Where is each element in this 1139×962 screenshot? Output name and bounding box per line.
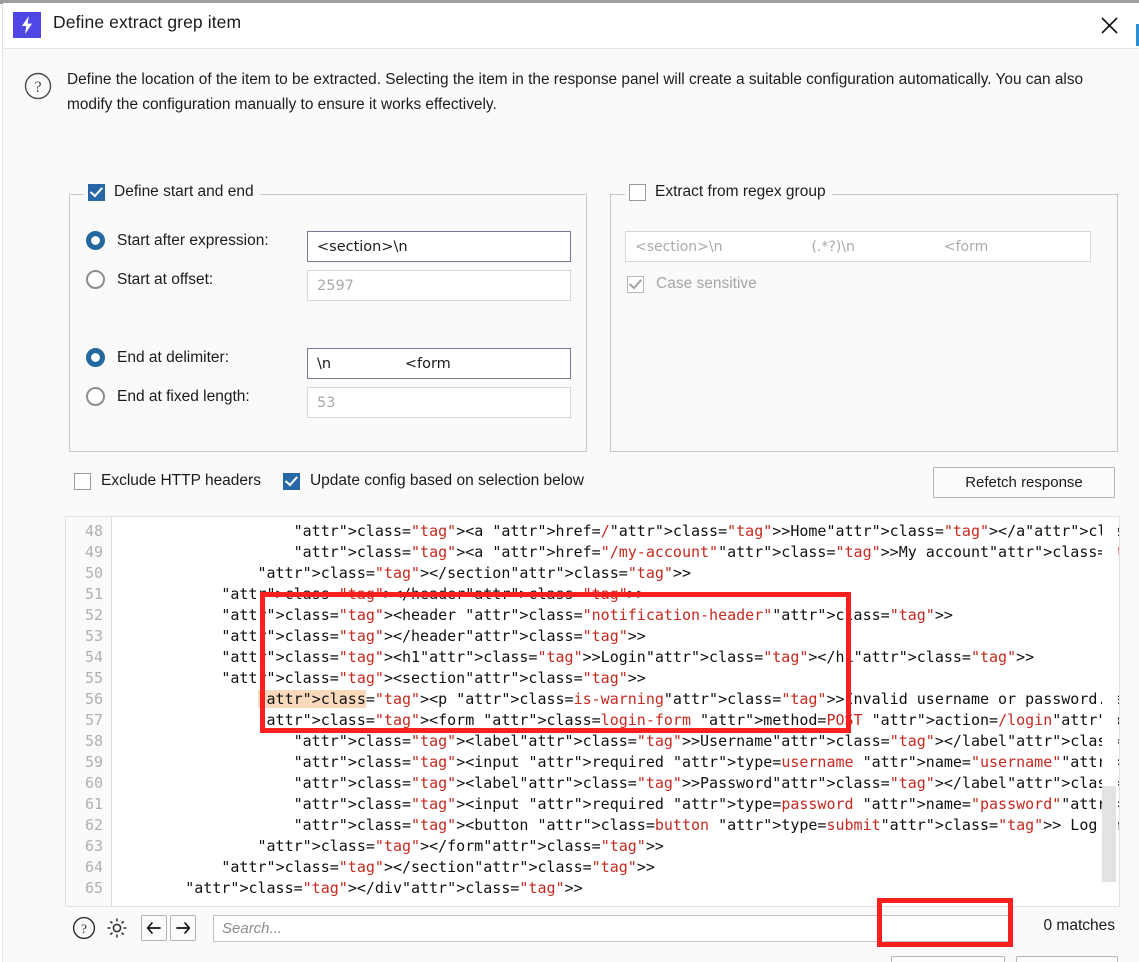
start-after-expression-input[interactable]: <section>\n bbox=[307, 231, 571, 262]
description-text: Define the location of the item to be ex… bbox=[67, 71, 1084, 113]
code-line[interactable]: "attr">class="tag"><section"attr">class=… bbox=[113, 668, 1119, 689]
end-at-fixed-length-label: End at fixed length: bbox=[117, 387, 250, 405]
update-config-label: Update config based on selection below bbox=[309, 472, 584, 489]
define-start-end-checkbox[interactable] bbox=[88, 183, 105, 201]
line-number-gutter: 48 49 50 51 52 53 54 55 56 57 58 59 60 61 62 63 64 65 bbox=[66, 517, 112, 906]
extract-regex-label: Extract from regex group bbox=[655, 183, 826, 200]
gear-icon[interactable] bbox=[104, 915, 130, 941]
help-icon[interactable]: ? bbox=[71, 915, 97, 941]
dialog-window: Define extract grep item ? Define the lo… bbox=[0, 0, 1139, 962]
line-number: 50 bbox=[84, 564, 103, 582]
exclude-http-headers-label: Exclude HTTP headers bbox=[101, 472, 261, 489]
case-sensitive-row[interactable]: Case sensitive bbox=[627, 275, 757, 293]
code-line[interactable]: "attr">class="tag"><input "attr">require… bbox=[113, 752, 1119, 773]
line-number: 63 bbox=[84, 837, 103, 855]
lightning-bolt-icon bbox=[13, 12, 41, 38]
code-line[interactable]: "attr">class="tag"><form "attr">class=lo… bbox=[113, 710, 1120, 731]
code-line[interactable]: "attr">class="tag"><p "attr">class=is-wa… bbox=[113, 689, 1119, 710]
end-at-fixed-length-row[interactable]: End at fixed length: bbox=[86, 387, 250, 406]
svg-text:?: ? bbox=[34, 79, 41, 96]
line-number: 56 bbox=[84, 690, 103, 708]
end-at-delimiter-row[interactable]: End at delimiter: bbox=[86, 348, 229, 367]
line-number: 64 bbox=[84, 858, 103, 876]
line-number: 57 bbox=[84, 711, 103, 729]
code-line[interactable]: "attr">class="tag"><button "attr">class=… bbox=[113, 815, 1119, 836]
code-line[interactable]: "attr">class="tag"><label"attr">class="t… bbox=[113, 773, 1119, 794]
line-number: 51 bbox=[84, 585, 103, 603]
dialog-body: ? Define the location of the item to be … bbox=[3, 49, 1139, 962]
line-number: 55 bbox=[84, 669, 103, 687]
line-number: 62 bbox=[84, 816, 103, 834]
end-at-delimiter-radio[interactable] bbox=[86, 348, 105, 367]
line-number: 58 bbox=[84, 732, 103, 750]
start-at-offset-label: Start at offset: bbox=[117, 270, 214, 288]
description-row: ? Define the location of the item to be … bbox=[23, 67, 1119, 117]
define-start-end-label: Define start and end bbox=[114, 183, 254, 200]
code-line[interactable]: "attr">class="tag"><a "attr">href=/"attr… bbox=[113, 521, 1119, 542]
code-line[interactable]: "attr">class="tag"></header"attr">class=… bbox=[113, 584, 1119, 605]
update-config-checkbox[interactable] bbox=[282, 472, 300, 490]
code-line[interactable]: "attr">class="tag"></div"attr">class="ta… bbox=[113, 878, 1119, 899]
extract-regex-group: Extract from regex group <section>\n (.*… bbox=[610, 183, 1118, 452]
code-scrollbar-thumb[interactable] bbox=[1102, 786, 1116, 882]
code-line[interactable]: "attr">class="tag"><input "attr">require… bbox=[113, 794, 1119, 815]
response-code-viewer[interactable]: 48 49 50 51 52 53 54 55 56 57 58 59 60 61 62 63 64 65 "at… bbox=[65, 516, 1120, 907]
start-after-expression-radio[interactable] bbox=[86, 231, 105, 250]
match-count-label: 0 matches bbox=[1043, 917, 1115, 934]
line-number: 61 bbox=[84, 795, 103, 813]
code-line[interactable]: "attr">class="tag"><h1"attr">class="tag"… bbox=[113, 647, 1119, 668]
code-line[interactable]: "attr">class="tag"></form"attr">class="t… bbox=[113, 836, 1119, 857]
exclude-http-headers-checkbox[interactable] bbox=[74, 472, 91, 490]
end-at-fixed-length-radio[interactable] bbox=[86, 387, 105, 406]
line-number: 65 bbox=[84, 879, 103, 897]
title-bar: Define extract grep item bbox=[3, 0, 1139, 49]
extract-regex-checkbox[interactable] bbox=[629, 183, 646, 201]
define-start-end-group: Define start and end Start after express… bbox=[69, 183, 587, 452]
extract-regex-legend: Extract from regex group bbox=[625, 183, 832, 201]
start-at-offset-row[interactable]: Start at offset: bbox=[86, 270, 213, 289]
options-row: Exclude HTTP headers Update config based… bbox=[74, 472, 606, 490]
code-line[interactable]: "attr">class="tag"></header"attr">class=… bbox=[113, 626, 1119, 647]
line-number: 48 bbox=[84, 522, 103, 540]
arrow-right-icon[interactable] bbox=[170, 915, 196, 941]
regex-pattern-input[interactable]: <section>\n (.*?)\n <form bbox=[625, 231, 1091, 262]
code-line[interactable]: "attr">class="tag"><header "attr">class=… bbox=[113, 605, 1119, 626]
code-line[interactable]: "attr">class="tag"><a "attr">href="/my-a… bbox=[113, 542, 1119, 563]
line-number: 60 bbox=[84, 774, 103, 792]
exclude-http-headers-item[interactable]: Exclude HTTP headers bbox=[74, 472, 261, 490]
start-at-offset-radio[interactable] bbox=[86, 270, 105, 289]
search-input[interactable]: Search... bbox=[213, 915, 1013, 942]
line-number: 52 bbox=[84, 606, 103, 624]
define-start-end-legend: Define start and end bbox=[84, 183, 260, 201]
code-line[interactable]: "attr">class="tag"><label"attr">class="t… bbox=[113, 731, 1119, 752]
end-at-delimiter-input[interactable]: \n <form bbox=[307, 348, 571, 379]
refetch-response-button[interactable]: Refetch response bbox=[933, 467, 1115, 498]
start-after-expression-row[interactable]: Start after expression: bbox=[86, 231, 269, 250]
start-at-offset-input[interactable]: 2597 bbox=[307, 270, 571, 301]
case-sensitive-checkbox[interactable] bbox=[627, 275, 644, 293]
line-number: 49 bbox=[84, 543, 103, 561]
end-at-delimiter-label: End at delimiter: bbox=[117, 348, 229, 366]
line-number: 53 bbox=[84, 627, 103, 645]
update-config-item[interactable]: Update config based on selection below bbox=[282, 472, 584, 490]
window-title: Define extract grep item bbox=[53, 12, 242, 32]
code-vertical-scrollbar[interactable] bbox=[1102, 518, 1118, 905]
line-number: 59 bbox=[84, 753, 103, 771]
ok-button[interactable]: OK bbox=[891, 956, 1005, 962]
line-number: 54 bbox=[84, 648, 103, 666]
start-after-expression-label: Start after expression: bbox=[117, 231, 269, 249]
cancel-button[interactable]: Cancel bbox=[1016, 956, 1118, 962]
question-circle-icon: ? bbox=[23, 71, 53, 101]
close-icon[interactable] bbox=[1083, 3, 1135, 47]
code-content[interactable]: "attr">class="tag"><a "attr">href=/"attr… bbox=[113, 517, 1119, 906]
arrow-left-icon[interactable] bbox=[141, 915, 167, 941]
code-line[interactable]: "attr">class="tag"></section"attr">class… bbox=[113, 857, 1119, 878]
svg-text:?: ? bbox=[81, 921, 87, 936]
case-sensitive-label: Case sensitive bbox=[656, 275, 757, 292]
title-bar-top-border bbox=[3, 0, 1139, 3]
end-at-fixed-length-input[interactable]: 53 bbox=[307, 387, 571, 418]
code-line[interactable]: "attr">class="tag"></section"attr">class… bbox=[113, 563, 1119, 584]
